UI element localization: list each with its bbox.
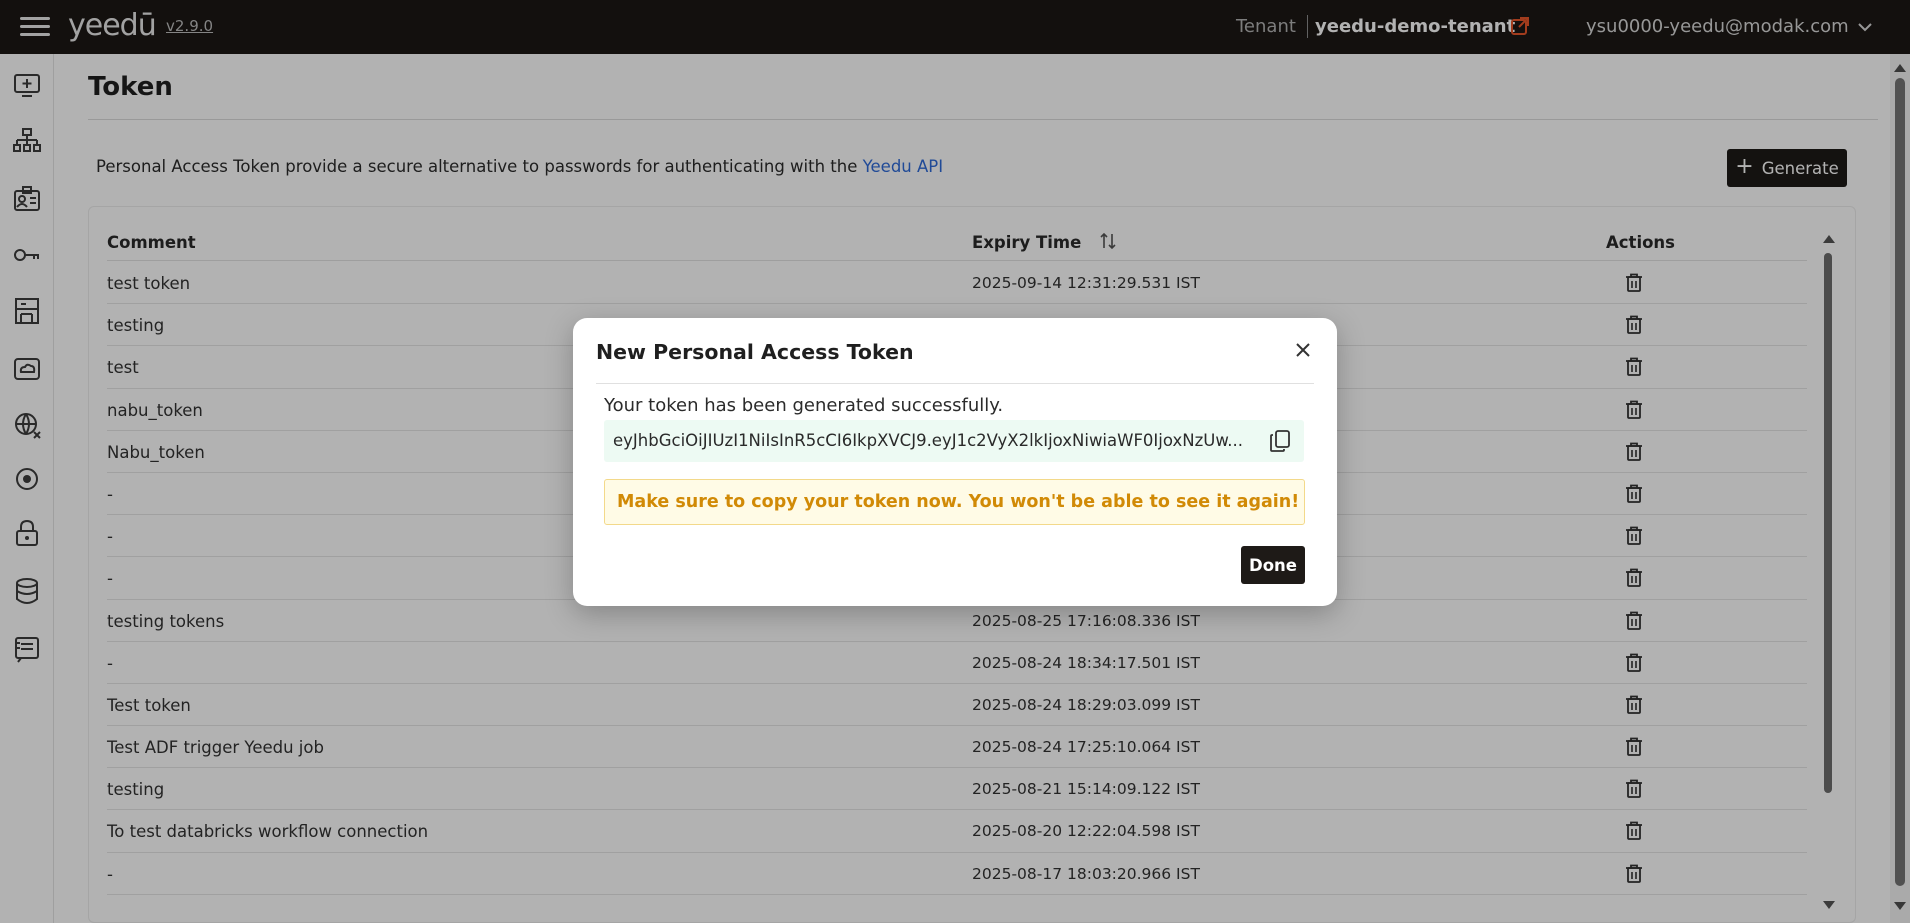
warning-text: Make sure to copy your token now. You wo… xyxy=(617,492,1300,512)
close-icon[interactable] xyxy=(1289,336,1317,364)
done-button[interactable]: Done xyxy=(1241,546,1305,584)
dialog-title: New Personal Access Token xyxy=(596,340,914,364)
token-field: eyJhbGciOiJIUzI1NiIsInR5cCI6IkpXVCJ9.eyJ… xyxy=(604,420,1304,462)
warning-banner: Make sure to copy your token now. You wo… xyxy=(604,479,1305,525)
new-token-dialog: New Personal Access Token Your token has… xyxy=(573,318,1337,606)
token-value[interactable]: eyJhbGciOiJIUzI1NiIsInR5cCI6IkpXVCJ9.eyJ… xyxy=(613,431,1253,450)
copy-icon[interactable] xyxy=(1268,429,1292,453)
success-message: Your token has been generated successful… xyxy=(604,395,1004,416)
dialog-divider xyxy=(596,383,1314,384)
